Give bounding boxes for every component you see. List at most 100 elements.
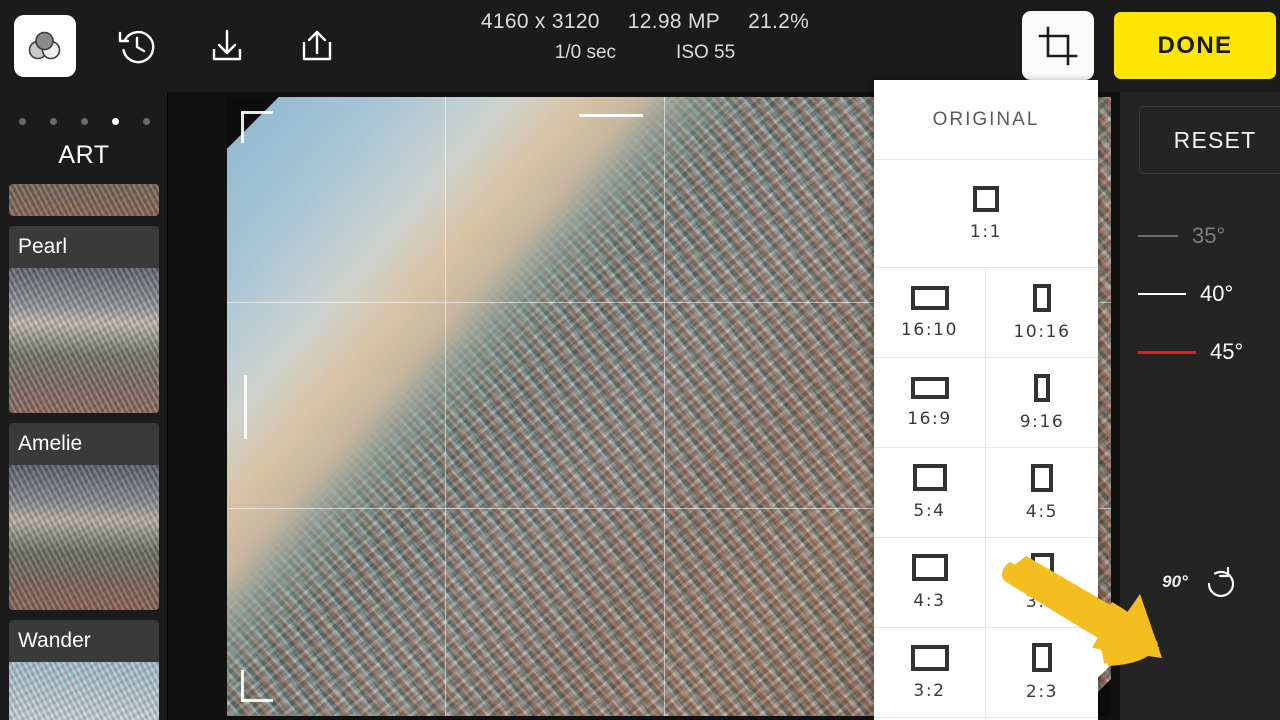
ratio-shape-icon bbox=[1034, 373, 1050, 402]
reset-button[interactable]: RESET bbox=[1139, 106, 1280, 174]
aspect-option-label: 3:2 bbox=[913, 680, 946, 701]
filters-icon-button[interactable] bbox=[14, 15, 76, 77]
aspect-ratio-dropdown[interactable]: ORIGINAL 1:1 16:10 10:16 16:9 9:16 5:4 4… bbox=[874, 80, 1098, 720]
photo-editor-app: 4160 x 3120 12.98 MP 21.2% 1/0 sec ISO 5… bbox=[0, 0, 1280, 720]
panel-pointer-chevron bbox=[1082, 627, 1116, 693]
angle-option-35[interactable]: 35° bbox=[1120, 207, 1280, 265]
ratio-shape-icon bbox=[911, 554, 948, 581]
ratio-shape-icon bbox=[910, 644, 949, 671]
download-icon bbox=[212, 29, 242, 61]
ratio-shape-icon bbox=[1032, 643, 1052, 672]
image-info-row-1: 4160 x 3120 12.98 MP 21.2% bbox=[440, 10, 850, 34]
aspect-option-label: 16:9 bbox=[907, 408, 952, 429]
image-info-readout: 4160 x 3120 12.98 MP 21.2% 1/0 sec ISO 5… bbox=[440, 10, 850, 64]
aspect-option-label: 9:16 bbox=[1019, 411, 1065, 432]
download-icon-button[interactable] bbox=[196, 15, 258, 77]
aspect-option-16-9[interactable]: 16:9 bbox=[874, 358, 986, 447]
rotate-degrees-label: 90° bbox=[1162, 572, 1188, 591]
angle-tick bbox=[1138, 293, 1186, 295]
share-export-icon bbox=[302, 30, 332, 61]
aspect-option-label: 3:4 bbox=[1025, 592, 1059, 612]
rotate-90-control[interactable]: 90° bbox=[1120, 552, 1280, 612]
done-button[interactable]: DONE bbox=[1114, 12, 1276, 79]
crop-controls-sidebar: RESET 35° 40° 45° 90° ASPECT bbox=[1120, 92, 1280, 720]
aspect-row: 16:9 9:16 bbox=[874, 358, 1098, 448]
aspect-row: 1:1 bbox=[874, 160, 1098, 268]
ratio-shape-icon bbox=[1033, 283, 1051, 312]
aspect-option-label: 4:3 bbox=[913, 591, 946, 611]
aspect-option-label: 5:4 bbox=[913, 501, 946, 521]
preset-label: Wander bbox=[9, 620, 159, 662]
angle-option-45-selected[interactable]: 45° bbox=[1120, 323, 1280, 381]
preset-label: Pearl bbox=[9, 226, 159, 268]
preset-thumbnail bbox=[9, 184, 159, 216]
ratio-shape-icon bbox=[1031, 463, 1053, 492]
crop-handle-top-left[interactable] bbox=[241, 111, 273, 143]
image-info-row-2: 1/0 sec ISO 55 bbox=[440, 42, 850, 64]
aspect-option-9-16[interactable]: 9:16 bbox=[986, 358, 1098, 447]
preset-item-partial[interactable] bbox=[9, 184, 159, 216]
top-toolbar: 4160 x 3120 12.98 MP 21.2% 1/0 sec ISO 5… bbox=[0, 0, 1280, 92]
aspect-option-16-10[interactable]: 16:10 bbox=[874, 268, 986, 357]
angle-tick bbox=[1138, 235, 1178, 237]
crop-tool-button[interactable] bbox=[1022, 11, 1094, 80]
share-export-icon-button[interactable] bbox=[286, 15, 348, 77]
aspect-option-label: 4:5 bbox=[1025, 501, 1059, 522]
aspect-option-3-4[interactable]: 3:4 bbox=[986, 538, 1098, 627]
image-zoom-level: 21.2% bbox=[748, 10, 810, 33]
preset-item-wander[interactable]: Wander bbox=[9, 620, 159, 720]
shutter-speed: 1/0 sec bbox=[554, 42, 617, 63]
history-revert-icon-button[interactable] bbox=[106, 15, 168, 77]
aspect-option-label: 10:16 bbox=[1013, 321, 1071, 342]
aspect-option-1-1[interactable]: 1:1 bbox=[874, 160, 1098, 267]
aspect-row: 16:10 10:16 bbox=[874, 268, 1098, 358]
ratio-shape-icon bbox=[910, 285, 949, 310]
aspect-row: 5:4 4:5 bbox=[874, 448, 1098, 538]
preset-thumbnail bbox=[9, 268, 159, 413]
preset-thumbnail bbox=[9, 662, 159, 720]
aspect-option-label: 16:10 bbox=[901, 319, 958, 340]
aspect-option-5-4[interactable]: 5:4 bbox=[874, 448, 986, 537]
toolbar-icon-group bbox=[0, 15, 376, 77]
page-dot-2[interactable] bbox=[49, 118, 57, 125]
filters-icon bbox=[28, 31, 61, 60]
preset-sidebar[interactable]: ART Pearl Amelie Wander bbox=[0, 92, 168, 720]
aspect-option-3-2[interactable]: 3:2 bbox=[874, 628, 986, 717]
ratio-shape-icon bbox=[973, 185, 999, 212]
aspect-row: 3:2 2:3 bbox=[874, 628, 1098, 718]
aspect-option-label: 2:3 bbox=[1025, 682, 1059, 702]
aspect-row: 4:3 3:4 bbox=[874, 538, 1098, 628]
ratio-shape-icon bbox=[1030, 553, 1054, 582]
image-dimensions: 4160 x 3120 bbox=[480, 10, 600, 33]
page-dot-1[interactable] bbox=[18, 118, 26, 125]
preset-category-title: ART bbox=[58, 141, 110, 169]
page-indicator-dots bbox=[0, 92, 168, 125]
angle-value: 45° bbox=[1210, 339, 1244, 364]
angle-value: 35° bbox=[1192, 223, 1226, 248]
ratio-shape-icon bbox=[912, 464, 947, 491]
preset-list: Pearl Amelie Wander bbox=[0, 184, 168, 720]
page-dot-5[interactable] bbox=[142, 118, 150, 125]
angle-value: 40° bbox=[1200, 281, 1234, 306]
aspect-option-original[interactable]: ORIGINAL bbox=[874, 80, 1098, 160]
aspect-option-4-3[interactable]: 4:3 bbox=[874, 538, 986, 627]
preset-thumbnail bbox=[9, 465, 159, 610]
preset-item-amelie[interactable]: Amelie bbox=[9, 423, 159, 610]
aspect-option-4-5[interactable]: 4:5 bbox=[986, 448, 1098, 537]
page-dot-4-active[interactable] bbox=[111, 118, 119, 125]
rotation-angle-picker[interactable]: 35° 40° 45° bbox=[1120, 207, 1280, 381]
iso-value: ISO 55 bbox=[676, 42, 736, 63]
page-dot-3[interactable] bbox=[80, 118, 88, 125]
aspect-option-label: 1:1 bbox=[969, 221, 1003, 242]
crop-handle-top-edge[interactable] bbox=[579, 114, 643, 117]
ratio-shape-icon bbox=[910, 376, 949, 399]
aspect-option-10-16[interactable]: 10:16 bbox=[986, 268, 1098, 357]
image-megapixels: 12.98 MP bbox=[627, 10, 721, 33]
crop-handle-bottom-left[interactable] bbox=[241, 670, 273, 702]
angle-option-40[interactable]: 40° bbox=[1120, 265, 1280, 323]
angle-tick-selected bbox=[1138, 350, 1196, 354]
preset-item-pearl[interactable]: Pearl bbox=[9, 226, 159, 413]
preset-label: Amelie bbox=[9, 423, 159, 465]
crop-handle-left-edge[interactable] bbox=[244, 375, 247, 439]
crop-icon bbox=[1038, 26, 1078, 65]
